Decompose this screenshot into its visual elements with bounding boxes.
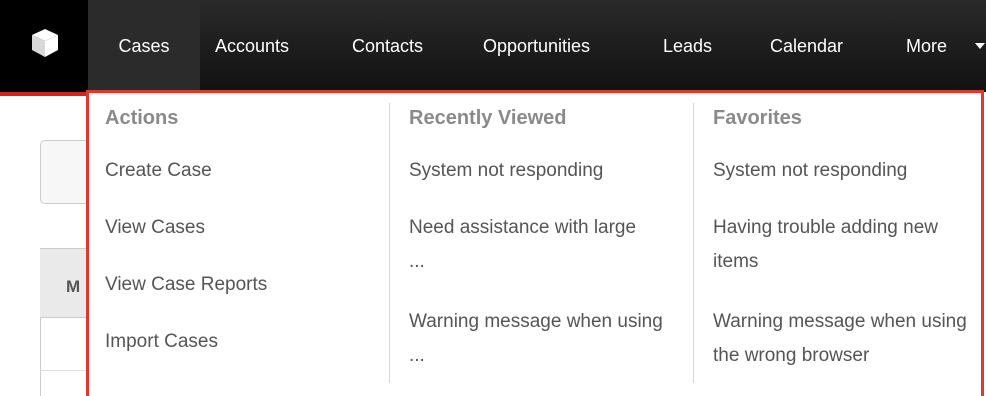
caret-down-icon[interactable] [975,43,985,49]
favorite-item[interactable]: System not responding [713,154,907,188]
nav-tab-contacts[interactable]: Contacts [352,0,423,92]
background-tab[interactable] [40,140,89,204]
recent-item[interactable]: Need assistance with large ... [409,211,654,279]
actions-title: Actions [105,107,179,129]
recently-viewed-title: Recently Viewed [409,107,567,129]
background-table-header [40,248,88,318]
column-divider [693,103,694,383]
favorites-title: Favorites [713,107,802,129]
view-cases-link[interactable]: View Cases [105,211,205,245]
view-case-reports-link[interactable]: View Case Reports [105,268,267,302]
logo-button[interactable] [0,0,88,92]
nav-tab-calendar[interactable]: Calendar [770,0,843,92]
cases-dropdown-menu: Actions Create Case View Cases View Case… [86,90,984,396]
nav-tab-cases[interactable]: Cases [88,0,200,92]
import-cases-link[interactable]: Import Cases [105,325,218,359]
favorite-item[interactable]: Having trouble adding new items [713,211,958,279]
nav-tab-more[interactable]: More [906,0,947,92]
nav-tab-opportunities[interactable]: Opportunities [483,0,590,92]
recent-item[interactable]: Warning message when using ... [409,305,664,373]
recent-item[interactable]: System not responding [409,154,603,188]
cube-icon [32,29,58,57]
nav-tab-leads[interactable]: Leads [663,0,712,92]
create-case-link[interactable]: Create Case [105,154,212,188]
background-table-header-label: M [66,277,81,296]
active-module-indicator [0,92,88,96]
top-navbar: Cases Accounts Contacts Opportunities Le… [0,0,986,92]
favorite-item[interactable]: Warning message when using the wrong bro… [713,305,975,373]
column-divider [389,103,390,383]
background-table-row-divider [40,370,88,371]
nav-tab-accounts[interactable]: Accounts [215,0,289,92]
